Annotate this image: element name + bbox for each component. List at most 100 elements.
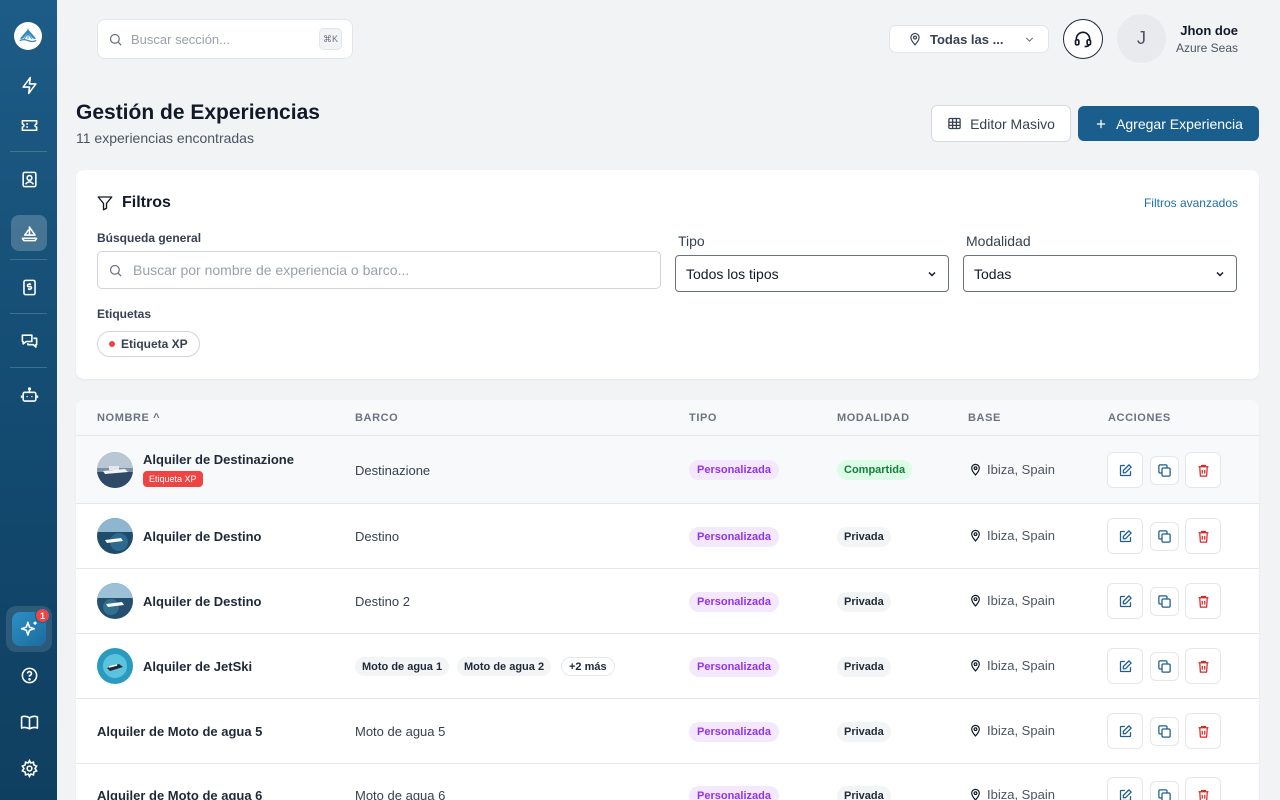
edit-button[interactable]: [1107, 452, 1143, 488]
edit-button[interactable]: [1107, 777, 1143, 800]
results-count: 11 experiencias encontradas: [76, 130, 254, 146]
boat-chip: Moto de agua 2: [457, 657, 552, 676]
delete-button[interactable]: [1185, 713, 1221, 749]
more-boats-chip[interactable]: +2 más: [561, 657, 615, 676]
bolt-icon: [21, 76, 37, 94]
bulk-editor-button[interactable]: Editor Masivo: [931, 105, 1071, 142]
mode-select[interactable]: Todas: [963, 255, 1237, 292]
table-row[interactable]: Alquiler de Destino Destino 2 Personaliz…: [76, 569, 1259, 634]
copy-icon: [1158, 725, 1171, 738]
edit-button[interactable]: [1107, 518, 1143, 554]
experience-search-placeholder: Buscar por nombre de experiencia o barco…: [133, 262, 410, 278]
tag-chip[interactable]: Etiqueta XP: [97, 331, 200, 357]
column-header-boat: BARCO: [355, 412, 399, 424]
mode-badge: Compartida: [837, 460, 913, 480]
map-pin-icon: [971, 659, 980, 672]
edit-button[interactable]: [1107, 713, 1143, 749]
headset-icon: [1074, 31, 1092, 48]
duplicate-button[interactable]: [1150, 522, 1179, 551]
delete-button[interactable]: [1185, 648, 1221, 684]
sidebar-item-bolt[interactable]: [11, 67, 47, 103]
app-logo[interactable]: [14, 22, 42, 50]
experience-thumbnail: [97, 518, 133, 554]
delete-button[interactable]: [1185, 583, 1221, 619]
section-search[interactable]: Buscar sección... ⌘K: [97, 19, 353, 59]
experience-name: Alquiler de Destinazione: [143, 452, 294, 467]
table-row[interactable]: Alquiler de Destinazione Etiqueta XP Des…: [76, 436, 1259, 504]
boat-photo-icon: [97, 452, 133, 488]
sidebar-item-experiences[interactable]: [11, 215, 47, 251]
trash-icon: [1198, 789, 1208, 800]
delete-button[interactable]: [1185, 452, 1221, 488]
copy-icon: [1158, 595, 1171, 608]
sidebar-item-help[interactable]: [11, 657, 47, 693]
table-row[interactable]: Alquiler de Moto de agua 5 Moto de agua …: [76, 699, 1259, 764]
filters-panel: Filtros Filtros avanzados Búsqueda gener…: [76, 170, 1259, 379]
duplicate-button[interactable]: [1150, 717, 1179, 746]
edit-icon: [1119, 788, 1132, 800]
location-select[interactable]: Todas las ...: [889, 25, 1049, 53]
avatar[interactable]: J: [1117, 14, 1166, 63]
sidebar-item-bot[interactable]: [11, 377, 47, 413]
table-row[interactable]: Alquiler de JetSki Moto de agua 1 Moto d…: [76, 634, 1259, 699]
tag-color-dot: [109, 341, 115, 347]
trash-icon: [1198, 464, 1208, 477]
type-badge: Personalizada: [689, 527, 779, 547]
duplicate-button[interactable]: [1150, 781, 1179, 800]
chevron-down-icon: [1216, 271, 1224, 277]
trash-icon: [1198, 725, 1208, 738]
duplicate-button[interactable]: [1150, 587, 1179, 616]
sidebar-item-docs[interactable]: [11, 704, 47, 740]
search-icon: [109, 33, 122, 46]
add-experience-button[interactable]: Agregar Experiencia: [1078, 106, 1259, 141]
edit-button[interactable]: [1107, 583, 1143, 619]
base-location: Ibiza, Spain: [969, 462, 1055, 477]
map-pin-icon: [971, 788, 980, 800]
experience-search-input[interactable]: Buscar por nombre de experiencia o barco…: [97, 251, 661, 289]
base-location-text: Ibiza, Spain: [987, 462, 1055, 477]
boat-photo-icon: [97, 518, 133, 554]
delete-button[interactable]: [1185, 518, 1221, 554]
base-location-text: Ibiza, Spain: [987, 593, 1055, 608]
duplicate-button[interactable]: [1150, 652, 1179, 681]
contacts-icon: [21, 171, 37, 187]
advanced-filters-link[interactable]: Filtros avanzados: [1144, 196, 1238, 210]
boat-name: Destino: [355, 529, 400, 544]
sidebar-item-finance[interactable]: [11, 269, 47, 305]
base-location: Ibiza, Spain: [969, 528, 1055, 543]
column-header-base: BASE: [968, 412, 1001, 424]
duplicate-button[interactable]: [1150, 456, 1179, 485]
edit-icon: [1119, 529, 1132, 542]
map-pin-icon: [910, 32, 920, 46]
experience-thumbnail: [97, 452, 133, 488]
type-select[interactable]: Todos los tipos: [675, 255, 949, 292]
shortcut-hint: ⌘K: [319, 28, 342, 50]
delete-button[interactable]: [1185, 777, 1221, 800]
column-header-type: TIPO: [689, 412, 718, 424]
sidebar-item-contacts[interactable]: [11, 161, 47, 197]
copy-icon: [1158, 464, 1171, 477]
boat-name: Moto de agua 5: [355, 724, 446, 739]
boat-name: Destinazione: [355, 463, 431, 478]
support-button[interactable]: [1063, 19, 1103, 59]
base-location-text: Ibiza, Spain: [987, 658, 1055, 673]
column-header-name[interactable]: NOMBRE ^: [97, 412, 160, 424]
map-pin-icon: [971, 529, 980, 542]
user-organization: Azure Seas: [1175, 41, 1238, 55]
copy-icon: [1158, 530, 1171, 543]
book-icon: [20, 715, 38, 730]
copy-icon: [1158, 789, 1171, 800]
table-row[interactable]: Alquiler de Moto de agua 6 Moto de agua …: [76, 764, 1259, 800]
sidebar-item-messages[interactable]: [11, 323, 47, 359]
sidebar-item-settings[interactable]: [11, 750, 47, 786]
experience-name: Alquiler de Moto de agua 6: [97, 788, 263, 800]
base-location-text: Ibiza, Spain: [987, 528, 1055, 543]
grid-icon: [948, 117, 961, 130]
type-badge: Personalizada: [689, 592, 779, 612]
edit-button[interactable]: [1107, 648, 1143, 684]
sidebar-item-tickets[interactable]: [11, 107, 47, 143]
type-badge: Personalizada: [689, 786, 779, 800]
table-row[interactable]: Alquiler de Destino Destino Personalizad…: [76, 504, 1259, 569]
sidebar-divider: [10, 367, 47, 368]
experience-name: Alquiler de JetSki: [143, 659, 253, 674]
